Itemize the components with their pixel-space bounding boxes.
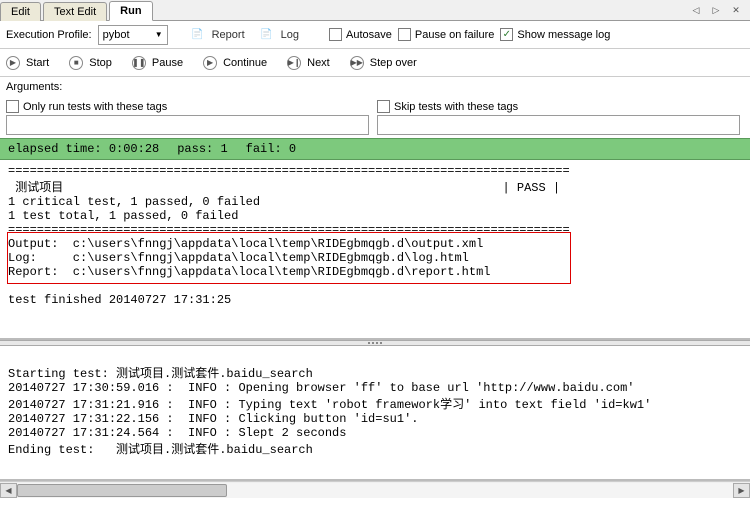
autosave-checkbox[interactable]: Autosave: [329, 28, 392, 41]
checkbox-icon: [6, 100, 19, 113]
next-icon: ▶❙: [287, 56, 301, 70]
tab-prev-icon[interactable]: ◁: [688, 3, 704, 17]
stop-label: Stop: [89, 57, 112, 69]
skip-tags-label: Skip tests with these tags: [394, 101, 518, 113]
output-log[interactable]: ========================================…: [0, 160, 750, 340]
autosave-label: Autosave: [346, 29, 392, 41]
toolbar-profile: Execution Profile: pybot ▼ 📄 Report 📄 Lo…: [0, 21, 750, 49]
grip-icon: [360, 341, 390, 345]
output-log-text: ========================================…: [8, 164, 570, 307]
checkbox-icon: [377, 100, 390, 113]
profile-value: pybot: [103, 29, 130, 41]
tab-close-icon[interactable]: ✕: [728, 3, 744, 17]
pass-count: pass: 1: [177, 142, 227, 156]
report-icon[interactable]: 📄: [190, 27, 206, 43]
pause-failure-label: Pause on failure: [415, 29, 495, 41]
toolbar-run: ▶ Start ■ Stop ❚❚ Pause ▶ Continue ▶❙ Ne…: [0, 49, 750, 77]
log-icon[interactable]: 📄: [259, 27, 275, 43]
arguments-label: Arguments:: [6, 81, 62, 93]
tab-run[interactable]: Run: [109, 1, 152, 21]
horizontal-scrollbar[interactable]: ◀ ▶: [0, 481, 750, 498]
pause-icon: ❚❚: [132, 56, 146, 70]
scroll-track[interactable]: [17, 483, 733, 498]
scroll-left-icon[interactable]: ◀: [0, 483, 17, 498]
skip-tags-checkbox[interactable]: Skip tests with these tags: [377, 100, 744, 113]
stop-button[interactable]: ■ Stop: [69, 56, 112, 70]
tab-bar: Edit Text Edit Run ◁ ▷ ✕: [0, 0, 750, 21]
continue-icon: ▶: [203, 56, 217, 70]
pause-button[interactable]: ❚❚ Pause: [132, 56, 183, 70]
skip-tags-input[interactable]: [377, 115, 740, 135]
report-link[interactable]: Report: [212, 29, 245, 41]
tab-nav: ◁ ▷ ✕: [688, 3, 750, 17]
scroll-right-icon[interactable]: ▶: [733, 483, 750, 498]
step-over-icon: ▶▶: [350, 56, 364, 70]
start-label: Start: [26, 57, 49, 69]
continue-button[interactable]: ▶ Continue: [203, 56, 267, 70]
play-icon: ▶: [6, 56, 20, 70]
tab-text-edit[interactable]: Text Edit: [43, 2, 107, 21]
step-over-label: Step over: [370, 57, 417, 69]
chevron-down-icon: ▼: [155, 30, 163, 39]
step-over-button[interactable]: ▶▶ Step over: [350, 56, 417, 70]
log-link[interactable]: Log: [281, 29, 299, 41]
tag-filter-row: Only run tests with these tags Skip test…: [0, 97, 750, 138]
message-log-text: Starting test: 测试项目.测试套件.baidu_search 20…: [8, 367, 651, 457]
next-button[interactable]: ▶❙ Next: [287, 56, 330, 70]
arguments-row: Arguments:: [0, 77, 750, 97]
profile-label: Execution Profile:: [6, 29, 92, 41]
profile-select[interactable]: pybot ▼: [98, 25, 168, 45]
scroll-thumb[interactable]: [17, 484, 227, 497]
only-tags-checkbox[interactable]: Only run tests with these tags: [6, 100, 373, 113]
show-msg-log-checkbox[interactable]: ✓ Show message log: [500, 28, 610, 41]
checkbox-icon: [398, 28, 411, 41]
pause-failure-checkbox[interactable]: Pause on failure: [398, 28, 495, 41]
next-label: Next: [307, 57, 330, 69]
only-tags-label: Only run tests with these tags: [23, 101, 167, 113]
elapsed-time: elapsed time: 0:00:28: [8, 142, 159, 156]
fail-count: fail: 0: [246, 142, 296, 156]
stop-icon: ■: [69, 56, 83, 70]
tab-edit[interactable]: Edit: [0, 2, 41, 21]
message-log[interactable]: Starting test: 测试项目.测试套件.baidu_search 20…: [0, 346, 750, 481]
show-msg-log-label: Show message log: [517, 29, 610, 41]
checkbox-checked-icon: ✓: [500, 28, 513, 41]
pause-label: Pause: [152, 57, 183, 69]
status-bar: elapsed time: 0:00:28 pass: 1 fail: 0: [0, 138, 750, 160]
checkbox-icon: [329, 28, 342, 41]
only-tags-input[interactable]: [6, 115, 369, 135]
tab-next-icon[interactable]: ▷: [708, 3, 724, 17]
continue-label: Continue: [223, 57, 267, 69]
start-button[interactable]: ▶ Start: [6, 56, 49, 70]
